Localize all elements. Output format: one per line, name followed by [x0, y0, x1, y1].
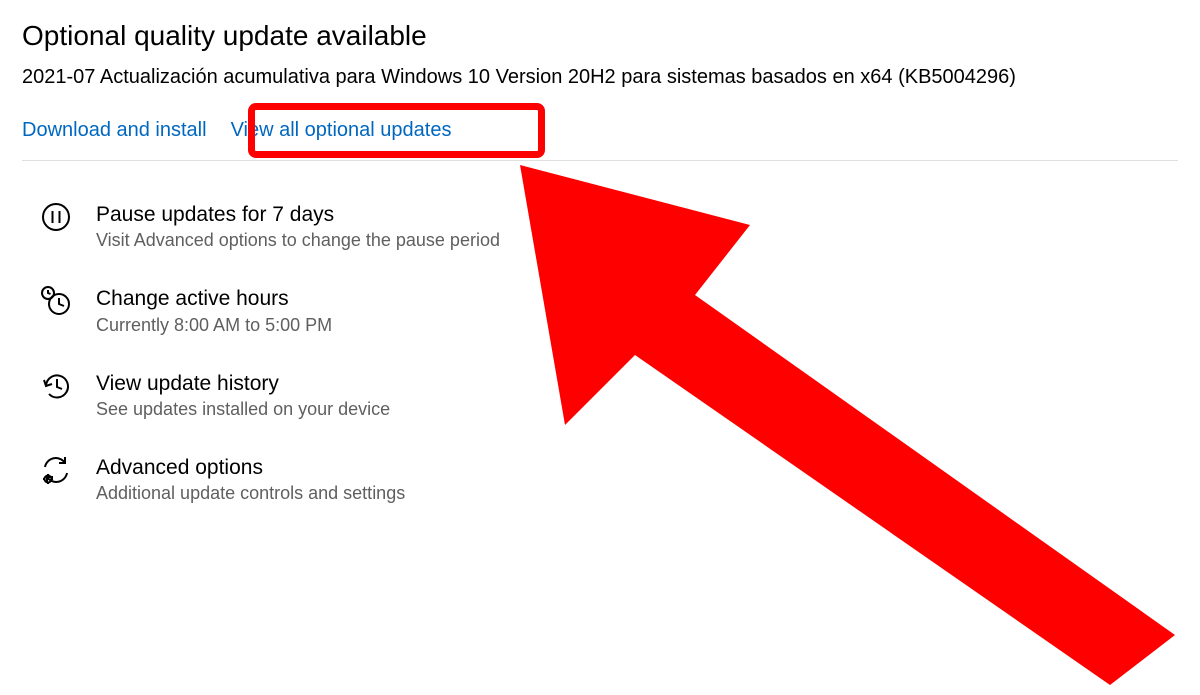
option-subtitle: Currently 8:00 AM to 5:00 PM: [96, 315, 332, 336]
view-update-history-option[interactable]: View update history See updates installe…: [40, 370, 1178, 420]
option-title: Advanced options: [96, 454, 405, 481]
pause-updates-option[interactable]: Pause updates for 7 days Visit Advanced …: [40, 201, 1178, 251]
actions-row: Download and install View all optional u…: [22, 119, 1178, 161]
sync-gear-icon: [40, 454, 72, 486]
pause-icon: [40, 201, 72, 233]
option-title: Change active hours: [96, 285, 332, 312]
history-icon: [40, 370, 72, 402]
option-title: View update history: [96, 370, 390, 397]
download-install-link[interactable]: Download and install: [22, 119, 207, 142]
page-title: Optional quality update available: [22, 20, 1178, 52]
option-subtitle: Additional update controls and settings: [96, 483, 405, 504]
options-list: Pause updates for 7 days Visit Advanced …: [22, 201, 1178, 504]
option-subtitle: Visit Advanced options to change the pau…: [96, 230, 500, 251]
update-description: 2021-07 Actualización acumulativa para W…: [22, 66, 1178, 89]
clock-schedule-icon: [40, 285, 72, 317]
view-all-optional-updates-link[interactable]: View all optional updates: [231, 119, 452, 142]
advanced-options-option[interactable]: Advanced options Additional update contr…: [40, 454, 1178, 504]
change-active-hours-option[interactable]: Change active hours Currently 8:00 AM to…: [40, 285, 1178, 335]
option-subtitle: See updates installed on your device: [96, 399, 390, 420]
option-title: Pause updates for 7 days: [96, 201, 500, 228]
